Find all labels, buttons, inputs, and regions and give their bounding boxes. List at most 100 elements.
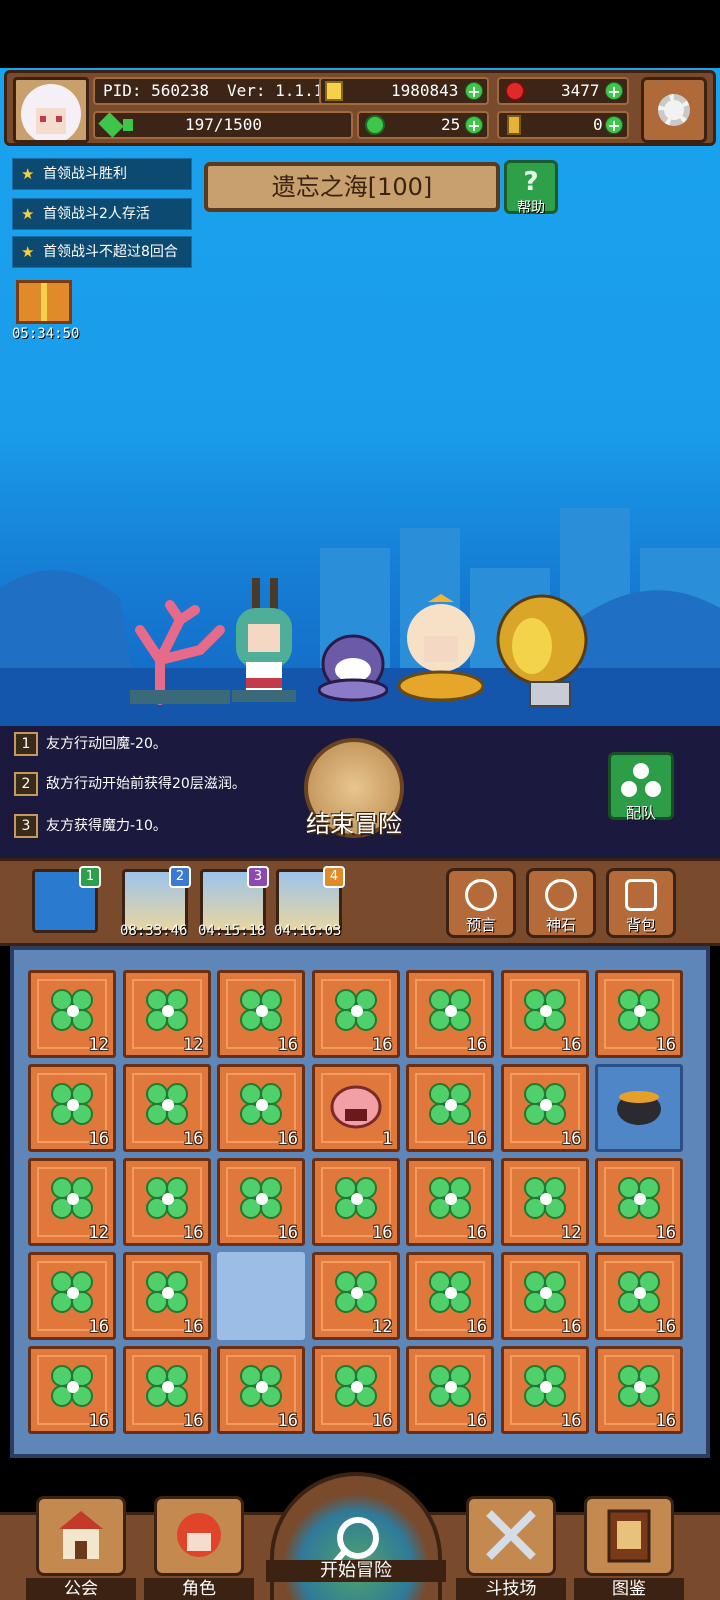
inventory-slot[interactable]: 16	[311, 1158, 400, 1246]
gem-add-button[interactable]: +	[605, 82, 623, 101]
inventory-slot[interactable]: 16	[406, 1064, 494, 1152]
nav-character[interactable]: 角色	[144, 1496, 254, 1600]
clover-icon	[240, 1365, 284, 1409]
inventory-slot[interactable]: 16	[122, 1064, 211, 1152]
buff-text: 敌方行动开始前获得20层滋润。	[46, 776, 246, 792]
stage-title: 遗忘之海[100]	[204, 162, 500, 212]
inventory-slot-empty[interactable]	[217, 1252, 305, 1340]
gift-timer: 05:34:50	[12, 326, 80, 342]
item-count: 16	[561, 1129, 582, 1149]
team-label: 配队	[625, 804, 656, 822]
item-count: 12	[372, 1317, 393, 1337]
nav-character-label: 角色	[144, 1578, 254, 1600]
inventory-slot[interactable]: 16	[595, 1252, 683, 1340]
item-count: 16	[183, 1129, 204, 1149]
clover-icon	[523, 1271, 568, 1315]
nav-start-adventure[interactable]: 开始冒险	[266, 1472, 446, 1600]
team-button[interactable]: 配队	[608, 752, 674, 822]
nav-codex[interactable]: 图鉴	[574, 1496, 684, 1600]
buff-item: 3 友方获得魔力-10。	[14, 812, 167, 840]
hero-gold-knight[interactable]	[484, 590, 594, 710]
gold-coin-icon	[325, 81, 343, 101]
player-avatar[interactable]	[13, 77, 89, 143]
clover-icon	[523, 989, 568, 1033]
inventory-slot[interactable]: 16	[217, 1064, 305, 1152]
star-icon: ★	[21, 205, 35, 223]
hero-shell[interactable]	[318, 630, 388, 706]
inventory-slot[interactable]: 16	[311, 970, 400, 1058]
inventory-slot[interactable]: 16	[595, 1158, 683, 1246]
coral-decoration	[130, 600, 230, 705]
inventory-slot[interactable]: 16	[311, 1346, 400, 1434]
prophecy-button[interactable]: 预言	[446, 868, 516, 938]
inventory-slot[interactable]: 16	[217, 970, 305, 1058]
inventory-slot[interactable]: 16	[500, 1346, 589, 1434]
nav-arena-label: 斗技场	[456, 1578, 566, 1600]
item-count: 16	[277, 1129, 298, 1149]
inventory-slot[interactable]: 16	[406, 970, 494, 1058]
clover-icon	[51, 1083, 95, 1127]
inventory-slot[interactable]: 16	[28, 1064, 116, 1152]
inventory-slot[interactable]: 16	[500, 970, 589, 1058]
avatar-portrait	[21, 84, 81, 140]
clover-icon	[51, 1177, 95, 1221]
hero-bunny-girl[interactable]	[222, 578, 302, 704]
item-count: 16	[466, 1411, 487, 1431]
key-add-button[interactable]: +	[605, 116, 623, 135]
inventory-slot[interactable]: 16	[122, 1158, 211, 1246]
inventory-slot[interactable]: 16	[406, 1252, 494, 1340]
clover-icon	[523, 1083, 568, 1127]
clover-add-button[interactable]: +	[465, 116, 483, 135]
gift-box-button[interactable]	[16, 280, 72, 324]
clover-icon	[240, 1083, 284, 1127]
item-count: 16	[277, 1223, 298, 1243]
settings-button[interactable]	[641, 77, 707, 143]
item-count: 16	[183, 1223, 204, 1243]
inventory-slot[interactable]: 12	[122, 970, 211, 1058]
inventory-slot[interactable]: 12	[311, 1252, 400, 1340]
item-count: 12	[561, 1223, 582, 1243]
inventory-slot[interactable]: 12	[500, 1158, 589, 1246]
inventory-slot[interactable]: 16	[595, 970, 683, 1058]
stamina-icon	[98, 112, 124, 138]
item-count: 16	[655, 1223, 676, 1243]
inventory-slot[interactable]: 16	[500, 1064, 589, 1152]
nav-arena[interactable]: 斗技场	[456, 1496, 566, 1600]
inventory-slot[interactable]: 16	[500, 1252, 589, 1340]
clover-icon	[145, 1271, 190, 1315]
stamina-value: 197/1500	[185, 115, 263, 134]
pid-version-row: PID: 560238 Ver: 1.1.1.7	[93, 77, 353, 105]
status-bar	[0, 0, 720, 68]
inventory-slot[interactable]: 16	[595, 1346, 683, 1434]
clover-currency-icon	[365, 115, 385, 135]
end-adventure-label: 结束冒险	[306, 810, 402, 838]
map-slot[interactable]: 1	[32, 866, 101, 933]
inventory-slot[interactable]: 12	[28, 1158, 116, 1246]
buff-text: 友方行动回魔-20。	[46, 736, 167, 752]
inventory-slot[interactable]: 16	[122, 1346, 211, 1434]
help-button[interactable]: ? 帮助	[504, 160, 558, 216]
inventory-slot[interactable]: 16	[28, 1252, 116, 1340]
gold-add-button[interactable]: +	[465, 82, 483, 101]
nav-guild[interactable]: 公会	[26, 1496, 136, 1600]
clover-icon	[523, 1365, 568, 1409]
inventory-slot[interactable]	[595, 1064, 683, 1152]
clover-icon	[145, 989, 190, 1033]
inventory-slot[interactable]: 1	[311, 1064, 400, 1152]
godstone-label: 神石	[545, 916, 576, 934]
end-adventure-button[interactable]: 结束冒险	[298, 738, 410, 842]
clover-icon	[618, 1177, 662, 1221]
inventory-slot[interactable]: 12	[28, 970, 116, 1058]
inventory-slot[interactable]: 16	[406, 1158, 494, 1246]
inventory-slot[interactable]: 16	[217, 1158, 305, 1246]
hero-princess[interactable]	[398, 594, 484, 706]
slot-timer: 04:15:18	[198, 923, 266, 939]
godstone-button[interactable]: 神石	[526, 868, 596, 938]
inventory-slot[interactable]: 16	[217, 1346, 305, 1434]
inventory-slot[interactable]: 16	[122, 1252, 211, 1340]
item-count: 16	[88, 1129, 109, 1149]
inventory-slot[interactable]: 16	[406, 1346, 494, 1434]
backpack-button[interactable]: 背包	[606, 868, 676, 938]
item-count: 16	[372, 1411, 393, 1431]
inventory-slot[interactable]: 16	[28, 1346, 116, 1434]
